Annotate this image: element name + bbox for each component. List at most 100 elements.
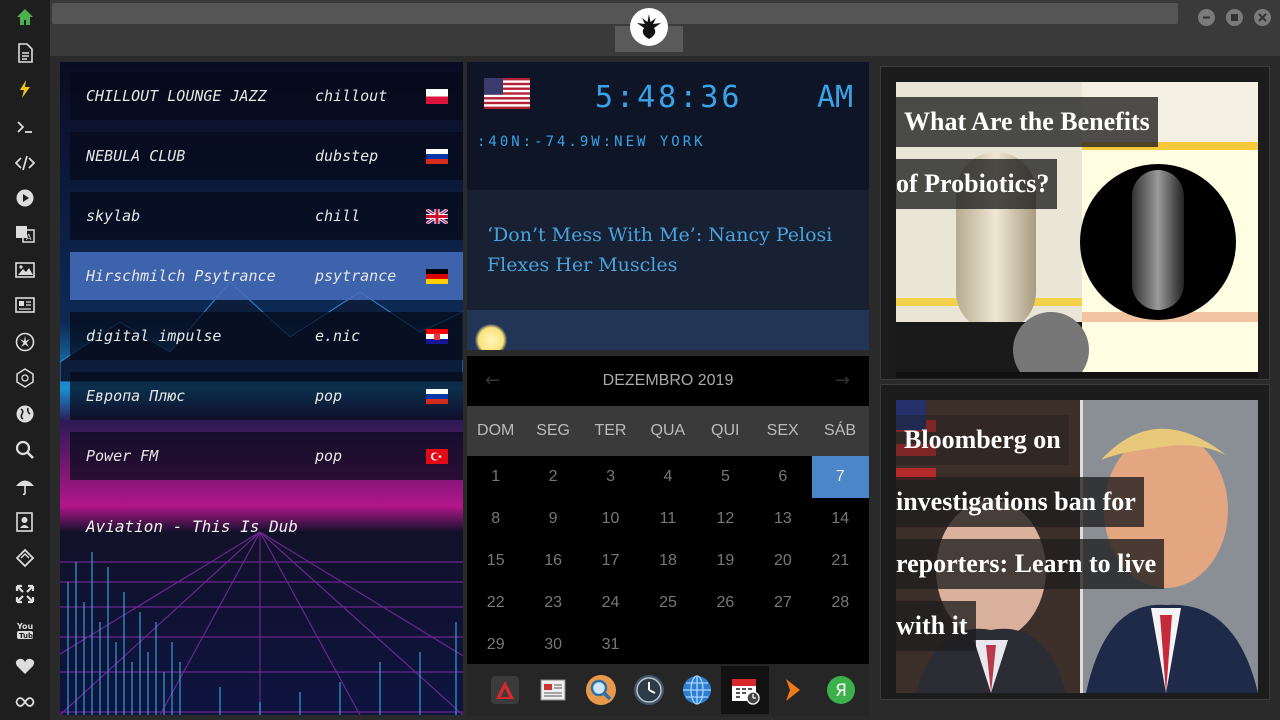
svg-text:A: A [26,233,32,242]
weekday-label: SÁB [824,422,857,439]
contact-icon[interactable] [12,509,38,535]
newspaper-icon[interactable] [529,666,577,714]
bolt-icon[interactable] [12,76,38,102]
yandex-icon[interactable]: Я [817,666,865,714]
expand-icon[interactable] [12,581,38,607]
rebel-logo-icon[interactable] [630,8,668,46]
svg-text:Tube: Tube [19,632,35,640]
calendar-day[interactable]: 19 [697,540,754,582]
search-icon[interactable] [12,437,38,463]
calendar-day[interactable]: 8 [467,498,524,540]
news-icon[interactable] [12,292,38,318]
calendar-day[interactable]: 16 [524,540,581,582]
arrow-app-icon[interactable] [769,666,817,714]
calendar-app-icon[interactable] [721,666,769,714]
calendar-day[interactable]: 2 [524,456,581,498]
news-headline: What Are the Benefits of Probiotics? [896,93,1158,217]
station-genre: chill [315,207,361,225]
calendar-day[interactable]: 23 [524,582,581,624]
station-row[interactable]: digital impulse e.nic [70,312,463,360]
close-button[interactable] [1254,9,1271,26]
document-icon[interactable] [12,40,38,66]
next-month-icon[interactable]: → [835,370,850,391]
umbrella-icon[interactable] [12,473,38,499]
station-row[interactable]: CHILLOUT LOUNGE JAZZ chillout [70,72,463,120]
globe-icon[interactable] [12,401,38,427]
calendar-title: DEZEMBRO 2019 [602,372,734,389]
calendar-day[interactable]: 1 [467,456,524,498]
station-genre: pop [315,387,343,405]
russia-flag-icon [426,388,448,404]
calendar-day[interactable]: 27 [754,582,811,624]
calendar-day[interactable]: 6 [754,456,811,498]
calendar-day[interactable]: 15 [467,540,524,582]
tag-icon[interactable] [12,545,38,571]
calendar-day[interactable]: 21 [812,540,869,582]
calendar-day-today[interactable]: 7 [811,456,869,498]
station-row-selected[interactable]: Hirschmilch Psytrance psytrance [70,252,463,300]
heart-icon[interactable] [12,653,38,679]
station-row[interactable]: Power FM pop [70,432,463,480]
calendar-day[interactable]: 28 [812,582,869,624]
image-icon[interactable] [12,257,38,283]
minimize-button[interactable] [1198,9,1215,26]
globe-app-icon[interactable] [673,666,721,714]
calendar-day[interactable]: 3 [582,456,639,498]
code-icon[interactable] [12,150,38,176]
rebel-icon[interactable] [12,329,38,355]
russia-flag-icon [426,148,448,164]
station-name: Hirschmilch Psytrance [86,267,276,285]
calendar-day[interactable]: 20 [754,540,811,582]
now-playing: Aviation - This Is Dub [86,517,298,536]
calendar-day[interactable]: 13 [754,498,811,540]
maximize-button[interactable] [1226,9,1243,26]
youtube-icon[interactable]: YouTube [12,617,38,643]
weekday-label: QUA [650,422,686,439]
title-bar [50,0,1280,56]
calendar-day[interactable]: 18 [639,540,696,582]
station-name: Европа Плюс [86,387,186,405]
calendar-day[interactable]: 17 [582,540,639,582]
calendar-day[interactable]: 4 [639,456,696,498]
news-headline: Bloomberg on investigations ban for repo… [896,411,1165,659]
station-genre: e.nic [315,327,361,345]
calendar-day[interactable]: 10 [582,498,639,540]
infinity-icon[interactable] [12,689,38,715]
calendar-day[interactable]: 22 [467,582,524,624]
home-icon[interactable] [12,4,38,30]
address-bar[interactable] [52,3,1178,24]
weather-strip [467,310,869,350]
translate-icon[interactable]: A [12,221,38,247]
galactic-icon[interactable] [12,365,38,391]
calendar-day[interactable]: 26 [697,582,754,624]
calendar-day[interactable]: 31 [582,624,639,666]
search-app-icon[interactable] [577,666,625,714]
calendar-day[interactable]: 14 [812,498,869,540]
calendar-day[interactable]: 5 [697,456,754,498]
station-row[interactable]: NEBULA CLUB dubstep [70,132,463,180]
calendar-day[interactable]: 29 [467,624,524,666]
news-card[interactable]: What Are the Benefits of Probiotics? [880,66,1270,380]
calendar-day[interactable]: 12 [697,498,754,540]
calendar-day[interactable]: 11 [639,498,696,540]
calendar-day[interactable]: 25 [639,582,696,624]
turkey-flag-icon [426,448,448,464]
news-card[interactable]: Bloomberg on investigations ban for repo… [880,384,1270,700]
svg-text:Я: Я [835,681,847,701]
station-name: skylab [86,207,141,225]
desktop: A YouTube [0,0,1280,720]
croatia-flag-icon [426,328,448,344]
station-row[interactable]: Европа Плюс pop [70,372,463,420]
terminal-icon[interactable] [12,114,38,140]
calendar-day[interactable]: 30 [524,624,581,666]
headline-line: What Are the Benefits [896,97,1158,147]
weekday-label: QUI [711,422,740,439]
calendar-day[interactable]: 9 [524,498,581,540]
station-row[interactable]: skylab chill [70,192,463,240]
play-icon[interactable] [12,185,38,211]
news-headline-link[interactable]: ‘Don’t Mess With Me’: Nancy Pelosi Flexe… [487,220,857,280]
clock-app-icon[interactable] [625,666,673,714]
calendar-widget: ← DEZEMBRO 2019 → DOM SEG TER QUA QUI SE… [467,356,869,664]
rebel-app-icon[interactable] [481,666,529,714]
calendar-day[interactable]: 24 [582,582,639,624]
